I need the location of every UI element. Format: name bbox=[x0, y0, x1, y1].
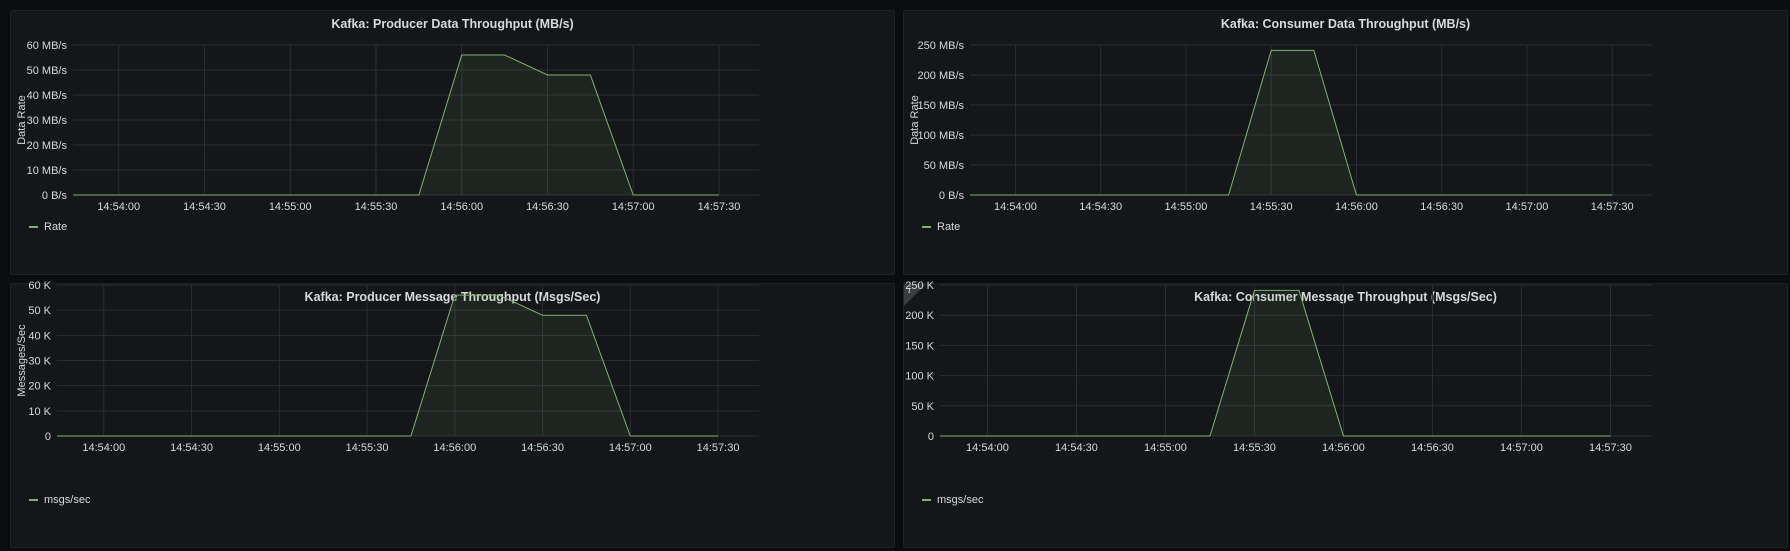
y-tick-label: 60 K bbox=[28, 280, 51, 292]
panel-consumer-message-throughput: i Kafka: Consumer Message Throughput (Ms… bbox=[903, 280, 1789, 549]
x-tick-label: 14:55:00 bbox=[1165, 201, 1208, 213]
y-tick-label: 0 bbox=[45, 431, 51, 443]
y-axis-label: Data Rate bbox=[909, 95, 921, 145]
y-tick-label: 100 MB/s bbox=[918, 130, 965, 142]
panel-consumer-data-throughput: Kafka: Consumer Data Throughput (MB/s) 0… bbox=[903, 10, 1788, 275]
x-tick-label: 14:56:30 bbox=[526, 201, 569, 213]
y-tick-label: 0 bbox=[928, 431, 934, 443]
x-tick-label: 14:54:30 bbox=[1079, 201, 1122, 213]
consumer-message-chart[interactable]: 0 50 K 100 K 150 K 200 K 250 K 14:54:00 14:54:3… bbox=[904, 280, 1789, 549]
x-tick-label: 14:57:00 bbox=[609, 442, 652, 454]
series-area bbox=[57, 295, 719, 436]
legend-swatch bbox=[922, 499, 931, 501]
y-tick-label: 250 K bbox=[905, 280, 934, 292]
y-tick-label: 100 K bbox=[905, 371, 934, 383]
legend-label: Rate bbox=[937, 221, 961, 233]
series-area bbox=[940, 290, 1611, 436]
plot-area[interactable]: 0 10 K 20 K 30 K 40 K 50 K 60 K 14:54:00 14:54:3… bbox=[16, 280, 759, 454]
y-tick-label: 200 MB/s bbox=[918, 70, 965, 82]
y-tick-label: 30 K bbox=[28, 356, 51, 368]
x-tick-label: 14:57:30 bbox=[698, 201, 741, 213]
x-tick-label: 14:56:00 bbox=[433, 442, 476, 454]
y-tick-label: 60 MB/s bbox=[27, 40, 68, 52]
y-tick-label: 0 B/s bbox=[939, 190, 965, 202]
legend-label: Rate bbox=[44, 221, 68, 233]
y-tick-label: 0 B/s bbox=[42, 190, 68, 202]
panel-producer-message-throughput: Kafka: Producer Message Throughput (Msgs… bbox=[10, 280, 896, 549]
x-tick-label: 14:57:00 bbox=[612, 201, 655, 213]
x-tick-label: 14:57:00 bbox=[1500, 442, 1543, 454]
plot-area[interactable]: 0 50 K 100 K 150 K 200 K 250 K 14:54:00 14:54:3… bbox=[905, 280, 1652, 454]
y-tick-label: 50 K bbox=[911, 401, 934, 413]
producer-message-chart[interactable]: 0 10 K 20 K 30 K 40 K 50 K 60 K 14:54:00 14:54:3… bbox=[11, 280, 896, 549]
x-tick-label: 14:57:00 bbox=[1506, 201, 1549, 213]
x-tick-label: 14:55:30 bbox=[355, 201, 398, 213]
y-tick-label: 40 MB/s bbox=[27, 90, 68, 102]
x-tick-label: 14:57:30 bbox=[697, 442, 740, 454]
consumer-data-chart[interactable]: 0 B/s 50 MB/s 100 MB/s 150 MB/s 200 MB/s 250 … bbox=[904, 11, 1789, 276]
series-area bbox=[73, 55, 719, 195]
y-tick-label: 150 MB/s bbox=[918, 100, 965, 112]
x-tick-label: 14:54:30 bbox=[1055, 442, 1098, 454]
x-tick-label: 14:56:30 bbox=[1420, 201, 1463, 213]
x-tick-label: 14:54:00 bbox=[994, 201, 1037, 213]
plot-area[interactable]: 0 B/s 50 MB/s 100 MB/s 150 MB/s 200 MB/s 250 … bbox=[909, 40, 1652, 213]
x-tick-label: 14:55:30 bbox=[346, 442, 389, 454]
y-tick-label: 30 MB/s bbox=[27, 115, 68, 127]
x-tick-label: 14:54:30 bbox=[183, 201, 226, 213]
x-tick-label: 14:57:30 bbox=[1589, 442, 1632, 454]
x-tick-label: 14:56:00 bbox=[1335, 201, 1378, 213]
legend-label: msgs/sec bbox=[44, 494, 91, 506]
x-tick-label: 14:55:00 bbox=[1144, 442, 1187, 454]
y-tick-label: 20 K bbox=[28, 381, 51, 393]
x-tick-label: 14:56:30 bbox=[1411, 442, 1454, 454]
y-tick-label: 50 K bbox=[28, 305, 51, 317]
panel-producer-data-throughput: Kafka: Producer Data Throughput (MB/s) 0… bbox=[10, 10, 895, 275]
x-tick-label: 14:54:00 bbox=[82, 442, 125, 454]
legend-swatch bbox=[922, 226, 931, 228]
x-tick-label: 14:54:00 bbox=[97, 201, 140, 213]
x-tick-label: 14:55:30 bbox=[1233, 442, 1276, 454]
x-tick-label: 14:54:30 bbox=[170, 442, 213, 454]
x-tick-label: 14:55:00 bbox=[258, 442, 301, 454]
y-tick-label: 10 MB/s bbox=[27, 165, 68, 177]
y-axis-label: Data Rate bbox=[16, 95, 28, 145]
legend-swatch bbox=[29, 499, 38, 501]
legend-label: msgs/sec bbox=[937, 494, 984, 506]
y-tick-label: 200 K bbox=[905, 310, 934, 322]
legend-item[interactable]: msgs/sec bbox=[922, 494, 983, 506]
y-tick-label: 20 MB/s bbox=[27, 140, 68, 152]
legend-item[interactable]: Rate bbox=[29, 221, 67, 233]
y-tick-label: 50 MB/s bbox=[27, 65, 68, 77]
y-tick-label: 150 K bbox=[905, 340, 934, 352]
x-tick-label: 14:54:00 bbox=[966, 442, 1009, 454]
y-tick-label: 250 MB/s bbox=[918, 40, 965, 52]
y-axis-label: Messages/Sec bbox=[16, 324, 28, 397]
legend-item[interactable]: msgs/sec bbox=[29, 494, 90, 506]
x-tick-label: 14:55:00 bbox=[269, 201, 312, 213]
legend-swatch bbox=[29, 226, 38, 228]
x-tick-label: 14:55:30 bbox=[1250, 201, 1293, 213]
y-tick-label: 10 K bbox=[28, 406, 51, 418]
y-tick-label: 40 K bbox=[28, 330, 51, 342]
plot-area[interactable]: 0 B/s 10 MB/s 20 MB/s 30 MB/s 40 MB/s 50 MB/s… bbox=[16, 40, 759, 213]
legend-item[interactable]: Rate bbox=[922, 221, 960, 233]
x-tick-label: 14:56:00 bbox=[440, 201, 483, 213]
x-tick-label: 14:56:00 bbox=[1322, 442, 1365, 454]
producer-data-chart[interactable]: 0 B/s 10 MB/s 20 MB/s 30 MB/s 40 MB/s 50 MB/s… bbox=[11, 11, 896, 276]
x-tick-label: 14:56:30 bbox=[521, 442, 564, 454]
y-tick-label: 50 MB/s bbox=[924, 160, 965, 172]
x-tick-label: 14:57:30 bbox=[1591, 201, 1634, 213]
series-area bbox=[970, 50, 1613, 196]
